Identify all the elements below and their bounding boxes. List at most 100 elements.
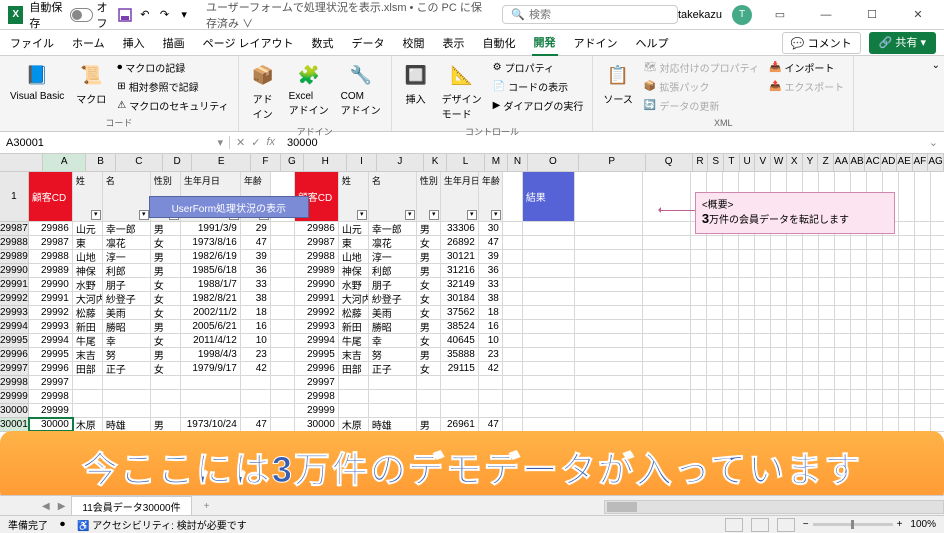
cell[interactable]: [691, 404, 707, 417]
cell[interactable]: [819, 362, 835, 375]
cell[interactable]: [271, 320, 295, 333]
cell[interactable]: [899, 418, 915, 431]
cell[interactable]: [867, 264, 883, 277]
cell[interactable]: [707, 250, 723, 263]
cell[interactable]: 29995: [29, 348, 73, 361]
cell[interactable]: 男: [417, 222, 441, 235]
row-header-29988[interactable]: 29988: [0, 236, 29, 250]
cell[interactable]: 田部: [73, 362, 103, 375]
cell[interactable]: 女: [417, 236, 441, 249]
zoom-out-icon[interactable]: −: [803, 519, 809, 530]
cell[interactable]: [417, 404, 441, 417]
cell[interactable]: [73, 390, 103, 403]
cell[interactable]: 38: [241, 292, 271, 305]
cell[interactable]: 29: [241, 222, 271, 235]
cell[interactable]: [787, 418, 803, 431]
cell[interactable]: [851, 334, 867, 347]
cell[interactable]: [271, 404, 295, 417]
cell[interactable]: 女: [151, 334, 181, 347]
cell[interactable]: [503, 376, 523, 389]
cell[interactable]: [867, 418, 883, 431]
cell[interactable]: [271, 348, 295, 361]
normal-view-icon[interactable]: [725, 518, 743, 532]
row-header-30000[interactable]: 30000: [0, 404, 29, 418]
cell[interactable]: [787, 390, 803, 403]
cell[interactable]: 淳一: [103, 250, 151, 263]
cell[interactable]: [271, 222, 295, 235]
cell[interactable]: [575, 222, 643, 235]
cell[interactable]: [181, 376, 241, 389]
cell[interactable]: 凛花: [369, 236, 417, 249]
cell[interactable]: [867, 334, 883, 347]
col-header-AG[interactable]: AG: [928, 154, 944, 171]
cell[interactable]: [575, 376, 643, 389]
cell[interactable]: [575, 348, 643, 361]
cell[interactable]: [867, 390, 883, 403]
cell[interactable]: [707, 404, 723, 417]
cell[interactable]: 23: [241, 348, 271, 361]
cell[interactable]: 29989: [295, 264, 339, 277]
cell[interactable]: [503, 334, 523, 347]
col-header-T[interactable]: T: [724, 154, 740, 171]
cell[interactable]: [787, 292, 803, 305]
cell[interactable]: [819, 334, 835, 347]
col-header-H[interactable]: H: [304, 154, 347, 171]
cell[interactable]: [643, 334, 691, 347]
cell[interactable]: [691, 320, 707, 333]
col-header-X[interactable]: X: [787, 154, 803, 171]
comments-button[interactable]: 💬 コメント: [782, 32, 861, 54]
cell[interactable]: [523, 250, 575, 263]
header-cell-M[interactable]: 年齢▾: [479, 172, 503, 221]
cell[interactable]: [707, 376, 723, 389]
cell[interactable]: 29990: [295, 278, 339, 291]
col-header-K[interactable]: K: [424, 154, 448, 171]
cell[interactable]: [691, 348, 707, 361]
cell[interactable]: [271, 390, 295, 403]
cell[interactable]: [151, 376, 181, 389]
cell[interactable]: 末吉: [339, 348, 369, 361]
filter-icon[interactable]: ▾: [405, 210, 415, 220]
cell[interactable]: [503, 236, 523, 249]
cell[interactable]: [883, 320, 899, 333]
header-cell-O[interactable]: 結果: [523, 172, 575, 221]
cell[interactable]: [803, 250, 819, 263]
cell[interactable]: [819, 376, 835, 389]
cell[interactable]: [523, 376, 575, 389]
cell[interactable]: [899, 348, 915, 361]
cell[interactable]: 東: [339, 236, 369, 249]
cell[interactable]: 女: [151, 306, 181, 319]
undo-icon[interactable]: ↶: [138, 7, 152, 23]
cell[interactable]: 29994: [29, 334, 73, 347]
cell[interactable]: [575, 264, 643, 277]
cell[interactable]: 29991: [29, 292, 73, 305]
cell[interactable]: [819, 264, 835, 277]
zoom-slider[interactable]: − +: [803, 519, 903, 530]
cell[interactable]: [417, 376, 441, 389]
cell[interactable]: [771, 292, 787, 305]
cell[interactable]: [787, 362, 803, 375]
header-cell-K[interactable]: 性別▾: [417, 172, 441, 221]
collapse-ribbon-icon[interactable]: ⌄: [928, 56, 944, 131]
cell[interactable]: 幸: [103, 334, 151, 347]
cell[interactable]: [803, 306, 819, 319]
qat-dropdown-icon[interactable]: ▾: [177, 7, 191, 23]
header-cell-AF[interactable]: [915, 172, 931, 221]
cell[interactable]: 利郎: [103, 264, 151, 277]
accessibility-status[interactable]: ♿ アクセシビリティ: 検討が必要です: [77, 517, 247, 532]
cell[interactable]: 女: [151, 236, 181, 249]
cell[interactable]: [803, 236, 819, 249]
cell[interactable]: [803, 320, 819, 333]
cell[interactable]: 31216: [441, 264, 479, 277]
cell[interactable]: [691, 334, 707, 347]
cell[interactable]: [691, 362, 707, 375]
cell[interactable]: [915, 404, 931, 417]
cell[interactable]: [73, 404, 103, 417]
cell[interactable]: 1982/8/21: [181, 292, 241, 305]
cell[interactable]: [803, 348, 819, 361]
cell[interactable]: [503, 250, 523, 263]
cell[interactable]: [787, 334, 803, 347]
close-icon[interactable]: ✕: [900, 0, 936, 30]
cell[interactable]: [931, 236, 944, 249]
cell[interactable]: [271, 250, 295, 263]
cell[interactable]: [771, 348, 787, 361]
